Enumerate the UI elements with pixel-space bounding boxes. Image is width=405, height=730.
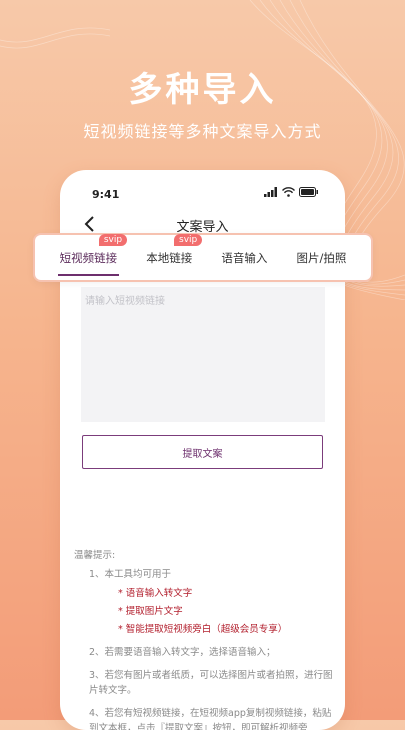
svip-badge: svip	[174, 233, 203, 246]
link-input-placeholder: 请输入短视频链接	[85, 296, 165, 307]
signal-icon	[264, 187, 277, 197]
tab-image-photo[interactable]: 图片/拍照	[297, 244, 347, 272]
tips-section: 温馨提示: 1、本工具均可用于 * 语音输入转文字 * 提取图片文字 * 智能提…	[74, 548, 334, 730]
tab-voice-input[interactable]: 语音输入	[221, 244, 267, 272]
wifi-icon	[282, 187, 295, 197]
hero-title: 多种导入	[128, 70, 277, 110]
extract-button[interactable]: 提取文案	[82, 435, 323, 469]
tips-title: 温馨提示:	[74, 550, 116, 561]
tab-label: 本地链接	[146, 250, 193, 265]
page-title: 文案导入	[176, 220, 229, 235]
tips-sub-3: * 智能提取短视频旁白（超级会员专享）	[118, 624, 288, 635]
active-tab-indicator	[57, 273, 120, 276]
tips-item-2: 2、若需要语音输入转文字，选择语音输入；	[89, 647, 276, 658]
tab-label: 语音输入	[221, 250, 268, 265]
status-icons	[264, 187, 319, 197]
tips-sub-1: * 语音输入转文字	[118, 588, 193, 599]
tab-label: 图片/拍照	[296, 250, 347, 265]
battery-icon	[299, 187, 318, 197]
tab-local-link[interactable]: 本地链接 svip	[146, 233, 203, 272]
status-time: 9:41	[92, 188, 120, 201]
link-input[interactable]: 请输入短视频链接	[81, 287, 325, 422]
hero-subtitle: 短视频链接等多种文案导入方式	[83, 122, 322, 141]
tips-item-3: 3、若您有图片或者纸质，可以选择图片或者拍照，进行图片转文字。	[89, 670, 333, 696]
tips-item-4: 4、若您有短视频链接，在短视频app复制视频链接，粘贴到文本框，点击『提取文案』…	[89, 708, 332, 730]
svip-badge: svip	[98, 233, 128, 246]
tips-sub-2: * 提取图片文字	[118, 606, 183, 617]
import-tabbar: 短视频链接 svip 本地链接 svip 语音输入 图片/拍照	[35, 233, 371, 280]
tips-item-1: 1、本工具均可用于	[89, 569, 172, 580]
tab-short-video-link[interactable]: 短视频链接 svip	[57, 233, 128, 276]
tab-label: 短视频链接	[59, 250, 118, 265]
